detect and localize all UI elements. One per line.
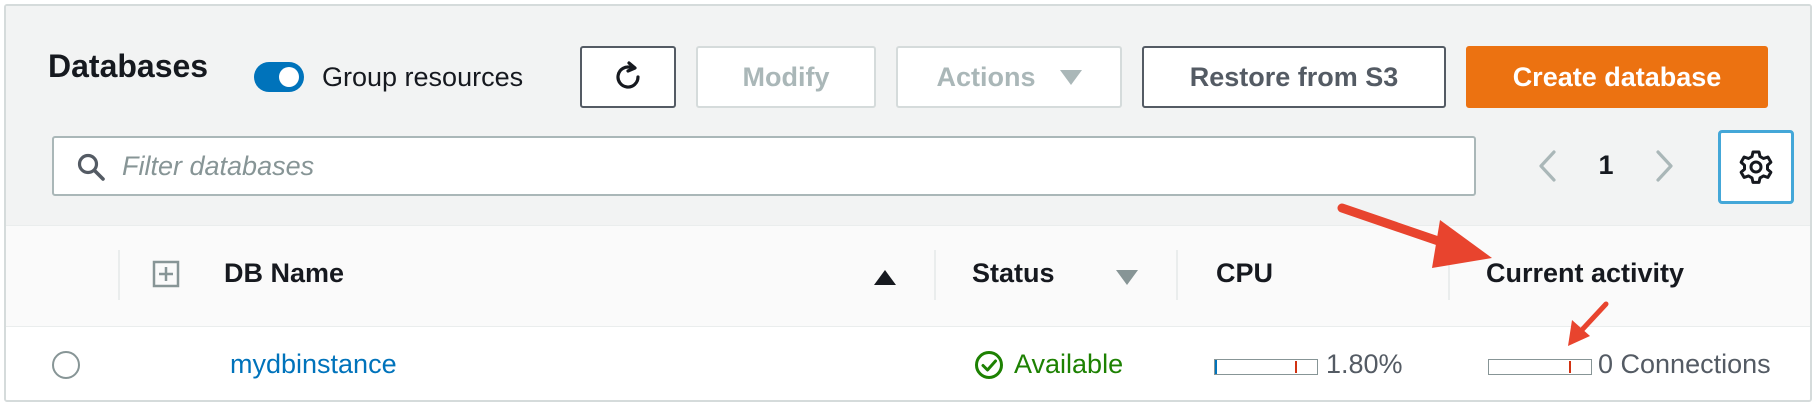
cpu-usage-bar bbox=[1214, 359, 1318, 375]
restore-from-s3-button[interactable]: Restore from S3 bbox=[1142, 46, 1446, 108]
panel-header: Databases Group resources Modify Actions… bbox=[6, 6, 1810, 226]
next-page-icon[interactable] bbox=[1650, 146, 1680, 186]
connections-value: 0 Connections bbox=[1598, 349, 1771, 379]
page-title: Databases bbox=[48, 48, 209, 84]
column-divider bbox=[118, 250, 120, 300]
row-select-radio[interactable] bbox=[52, 351, 80, 379]
expand-all-icon[interactable] bbox=[152, 260, 180, 288]
connections-threshold-mark bbox=[1569, 361, 1571, 373]
refresh-button[interactable] bbox=[580, 46, 676, 108]
column-header-current-activity[interactable]: Current activity bbox=[1486, 258, 1684, 289]
previous-page-icon[interactable] bbox=[1532, 146, 1562, 186]
group-resources-label: Group resources bbox=[322, 62, 524, 92]
db-name-link[interactable]: mydbinstance bbox=[230, 349, 397, 380]
gear-icon bbox=[1739, 150, 1773, 184]
cpu-usage-fill bbox=[1215, 360, 1217, 374]
filter-databases-input[interactable] bbox=[122, 138, 1462, 194]
modify-button[interactable]: Modify bbox=[696, 46, 876, 108]
table-row[interactable]: mydbinstance Available 1.80% 0 Connectio… bbox=[6, 326, 1810, 400]
current-page-number[interactable]: 1 bbox=[1586, 150, 1626, 181]
actions-dropdown-button[interactable]: Actions bbox=[896, 46, 1122, 108]
toggle-knob bbox=[279, 67, 299, 87]
sort-descending-icon[interactable] bbox=[1116, 270, 1138, 285]
refresh-icon bbox=[616, 61, 640, 89]
group-resources-toggle[interactable] bbox=[254, 62, 304, 92]
status-label: Available bbox=[1014, 349, 1124, 379]
cpu-threshold-mark bbox=[1295, 361, 1297, 373]
cpu-value: 1.80% bbox=[1326, 349, 1403, 379]
connections-bar bbox=[1488, 359, 1592, 375]
search-icon bbox=[77, 153, 105, 181]
column-header-db-name[interactable]: DB Name bbox=[224, 258, 344, 289]
table-settings-button[interactable] bbox=[1718, 130, 1794, 204]
column-header-cpu[interactable]: CPU bbox=[1216, 258, 1273, 289]
filter-databases-field[interactable] bbox=[52, 136, 1476, 196]
column-divider[interactable] bbox=[934, 250, 936, 300]
sort-ascending-icon[interactable] bbox=[874, 270, 896, 285]
caret-down-icon bbox=[1059, 69, 1082, 85]
column-header-status[interactable]: Status bbox=[972, 258, 1055, 289]
create-database-button[interactable]: Create database bbox=[1466, 46, 1768, 108]
databases-panel: Databases Group resources Modify Actions… bbox=[4, 4, 1812, 402]
check-circle-icon bbox=[975, 350, 1003, 379]
actions-label: Actions bbox=[936, 61, 1036, 92]
column-divider[interactable] bbox=[1176, 250, 1178, 300]
column-divider[interactable] bbox=[1448, 250, 1450, 300]
status-cell: Available bbox=[974, 349, 1123, 380]
